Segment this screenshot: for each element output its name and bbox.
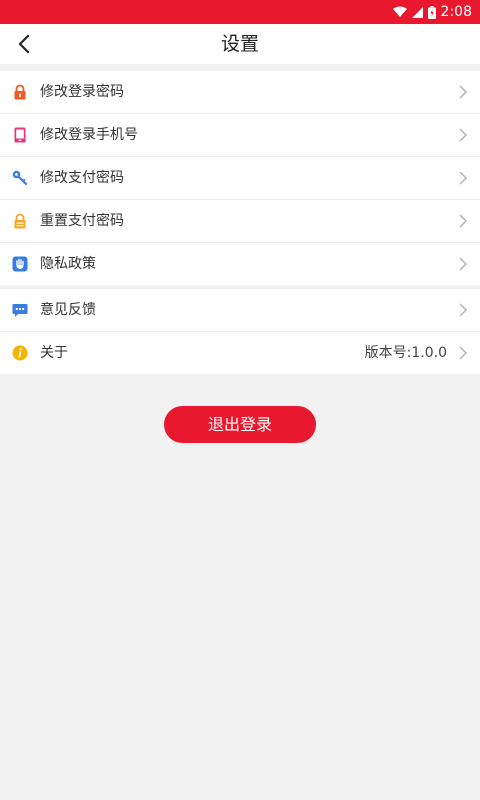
page-title: 设置: [220, 33, 259, 55]
app-header: 设置: [0, 24, 480, 64]
back-button[interactable]: [8, 28, 40, 60]
setting-item-privacy-policy[interactable]: 隐私政策: [0, 243, 480, 285]
battery-icon: [427, 5, 436, 19]
version-text: 版本号:1.0.0: [364, 345, 447, 361]
chevron-right-icon: [459, 171, 468, 185]
chevron-right-icon: [459, 346, 468, 360]
chevron-right-icon: [459, 257, 468, 271]
status-icons: 2:08: [392, 0, 472, 24]
setting-label: 修改登录手机号: [40, 127, 138, 143]
status-bar: 2:08: [0, 0, 480, 24]
setting-label: 意见反馈: [40, 302, 96, 318]
setting-item-change-payment-password[interactable]: 修改支付密码: [0, 157, 480, 200]
chevron-right-icon: [459, 214, 468, 228]
clock: 2:08: [440, 4, 472, 20]
setting-label: 关于: [40, 345, 68, 361]
phone-icon: [14, 127, 26, 143]
setting-label: 修改支付密码: [40, 170, 124, 186]
setting-item-change-login-phone[interactable]: 修改登录手机号: [0, 114, 480, 157]
setting-item-reset-payment-password[interactable]: 重置支付密码: [0, 200, 480, 243]
feedback-icon: [12, 304, 28, 317]
chevron-right-icon: [459, 128, 468, 142]
padlock-icon: [14, 213, 26, 229]
logout-button[interactable]: 退出登录: [164, 406, 316, 443]
chevron-left-icon: [18, 35, 30, 53]
setting-item-feedback[interactable]: 意见反馈: [0, 289, 480, 332]
chevron-right-icon: [459, 303, 468, 317]
lock-icon: [14, 84, 26, 100]
setting-label: 修改登录密码: [40, 84, 124, 100]
wifi-icon: [392, 6, 407, 17]
setting-label: 重置支付密码: [40, 213, 124, 229]
setting-item-about[interactable]: 关于 版本号:1.0.0: [0, 332, 480, 374]
chevron-right-icon: [459, 85, 468, 99]
key-icon: [12, 170, 28, 186]
signal-icon: [411, 7, 423, 18]
setting-item-change-login-password[interactable]: 修改登录密码: [0, 71, 480, 114]
hand-icon: [12, 256, 28, 272]
settings-group-account: 修改登录密码 修改登录手机号 修改支付密码 重置支付密码 隐私政策: [0, 71, 480, 285]
setting-label: 隐私政策: [40, 256, 96, 272]
info-icon: [12, 345, 28, 361]
settings-group-general: 意见反馈 关于 版本号:1.0.0: [0, 289, 480, 374]
